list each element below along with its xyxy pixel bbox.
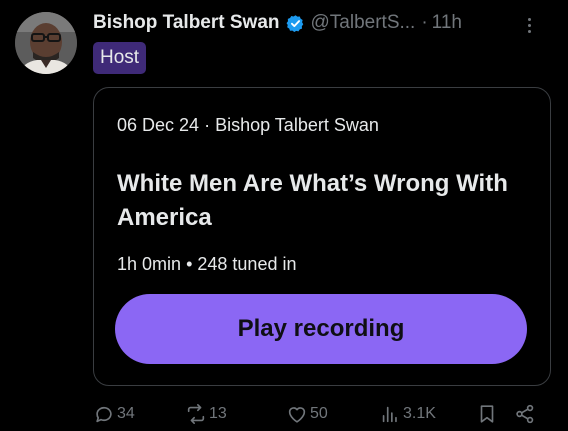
space-title: White Men Are What’s Wrong With America <box>117 170 508 231</box>
post: Bishop Talbert Swan @TalbertS... · 11h H… <box>0 0 568 431</box>
space-card[interactable]: 06 Dec 24 · Bishop Talbert Swan White Me… <box>93 87 551 386</box>
views-icon <box>382 406 397 423</box>
space-stats: 1h 0min • 248 tuned in <box>117 254 296 275</box>
space-stats-separator: • <box>186 254 193 274</box>
bookmark-button[interactable] <box>476 401 498 427</box>
post-header: Bishop Talbert Swan @TalbertS... · 11h <box>93 10 553 36</box>
post-time[interactable]: 11h <box>432 12 462 34</box>
play-recording-button[interactable]: Play recording <box>115 294 527 364</box>
space-duration: 1h 0min <box>117 254 182 274</box>
space-date: 06 Dec 24 <box>117 115 200 135</box>
author-name[interactable]: Bishop Talbert Swan <box>93 12 280 34</box>
avatar[interactable] <box>15 12 77 74</box>
host-badge: Host <box>93 42 147 74</box>
like-icon <box>288 407 306 423</box>
avatar-image <box>15 12 77 74</box>
repost-button[interactable]: 13 <box>185 401 227 427</box>
share-button[interactable] <box>514 401 536 427</box>
repost-icon <box>187 404 205 424</box>
reply-button[interactable]: 34 <box>93 401 135 427</box>
space-host: Bishop Talbert Swan <box>215 115 379 135</box>
reply-count: 34 <box>117 405 135 422</box>
like-button[interactable]: 50 <box>286 401 328 427</box>
bookmark-icon <box>480 405 494 423</box>
views-count: 3.1K <box>403 405 436 422</box>
verified-badge-icon <box>286 14 303 32</box>
space-listeners: 248 tuned in <box>197 254 297 274</box>
repost-count: 13 <box>209 405 227 422</box>
like-count: 50 <box>310 405 328 422</box>
more-icon[interactable] <box>520 14 538 36</box>
space-meta: 06 Dec 24 · Bishop Talbert Swan <box>117 115 379 136</box>
action-bar: 34 13 50 3.1K <box>93 401 553 427</box>
share-icon <box>516 404 534 424</box>
views-button[interactable]: 3.1K <box>379 401 436 427</box>
space-meta-separator: · <box>204 115 211 135</box>
author-handle[interactable]: @TalbertS... <box>311 12 416 34</box>
reply-icon <box>96 406 112 423</box>
header-separator: · <box>421 12 428 33</box>
